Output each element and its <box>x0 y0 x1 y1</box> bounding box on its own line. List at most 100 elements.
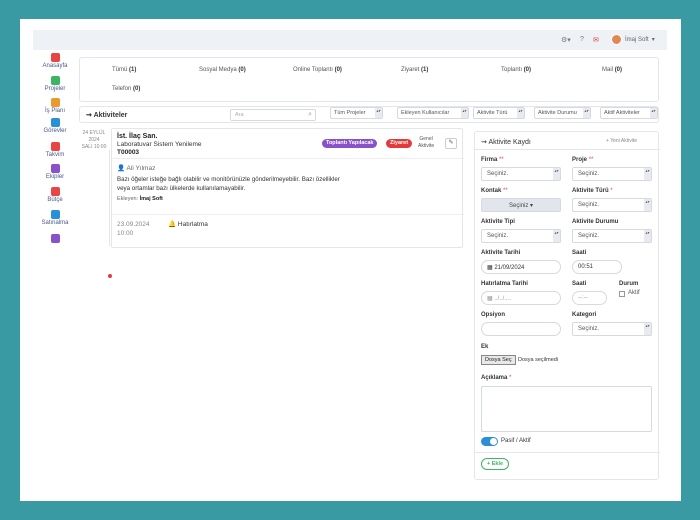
sidebar-item-label: Ekipler <box>45 174 65 180</box>
reminder-date: 23.09.2024 10:00 <box>117 221 150 237</box>
chevron-down-icon: ▾ <box>651 37 655 43</box>
tab-tumu[interactable]: Tümü (1) <box>112 67 136 73</box>
budget-icon <box>50 187 60 196</box>
activity-code: T00003 <box>117 149 140 156</box>
sidebar-item-projeler[interactable]: Projeler <box>33 76 77 92</box>
aktivite-tipi-select[interactable]: Seçiniz. ▴▾ <box>481 229 561 243</box>
aciklama-textarea[interactable] <box>481 386 652 432</box>
file-status: Dosya seçilmedi <box>518 357 559 363</box>
home-icon <box>50 53 60 62</box>
tab-telefon[interactable]: Telefon (0) <box>112 86 140 92</box>
firma-label: Firma ** <box>481 157 504 163</box>
filter-active[interactable]: Aktif Aktiviteler ▴▾ <box>600 107 658 119</box>
saati2-label: Saati <box>572 281 587 287</box>
sidebar-item-butce[interactable]: Bütçe <box>33 187 77 203</box>
status-toggle[interactable] <box>481 437 498 446</box>
avatar <box>611 34 622 45</box>
clipboard-icon <box>50 118 60 127</box>
file-choose-button[interactable]: Dosya Seç <box>481 355 516 365</box>
tab-toplanti[interactable]: Toplantı (0) <box>501 67 531 73</box>
notification-icon[interactable]: ✉ <box>593 36 599 44</box>
gear-icon[interactable]: ⚙▾ <box>561 36 571 44</box>
sidebar-item-gorevler[interactable]: Görevler <box>33 118 77 134</box>
user-icon: 👤 <box>117 165 126 172</box>
calendar-icon <box>50 142 60 151</box>
sidebar-item-is-plani[interactable]: İş Planı <box>33 98 77 114</box>
calendar-icon: ▦ <box>487 265 493 271</box>
opsiyon-label: Opsiyon <box>481 312 506 318</box>
filter-projects[interactable]: Tüm Projeler ▴▾ <box>330 107 383 119</box>
firma-select[interactable]: Seçiniz. ▴▾ <box>481 167 561 181</box>
category-tabs: Tümü (1) Sosyal Medya (0) Online Toplant… <box>79 57 659 102</box>
tab-mail[interactable]: Mail (0) <box>602 67 622 73</box>
saati2-input[interactable]: --:-- <box>572 291 607 305</box>
divider <box>475 149 660 150</box>
search-input[interactable]: Ara ⌕ <box>230 109 316 121</box>
aktivite-tarihi-input[interactable]: ▦ 21/09/2024 <box>481 260 561 274</box>
filter-activity-status[interactable]: Aktivite Durumu ▴▾ <box>534 107 591 119</box>
filter-bar: ⇝ Aktiviteler Ara ⌕ Tüm Projeler ▴▾ Ekley… <box>79 106 659 123</box>
add-button[interactable]: + Ekle <box>481 458 510 470</box>
filter-users[interactable]: Ekleyen Kullanıcılar ▴▾ <box>397 107 469 119</box>
aktif-checkbox[interactable] <box>619 291 625 297</box>
tab-ziyaret[interactable]: Ziyaret (1) <box>401 67 428 73</box>
opsiyon-input[interactable] <box>481 322 561 336</box>
tab-sosyal-medya[interactable]: Sosyal Medya (0) <box>199 67 246 73</box>
divider <box>475 452 660 453</box>
sidebar-item-label: Bütçe <box>47 197 63 203</box>
sidebar-item-ekipler[interactable]: Ekipler <box>33 164 77 180</box>
aktivite-tarihi-label: Aktivite Tarihi <box>481 250 521 256</box>
proje-select[interactable]: Seçiniz. ▴▾ <box>572 167 652 181</box>
sidebar-item-label: Satınalma <box>41 220 69 226</box>
aciklama-label: Açıklama * <box>481 375 512 381</box>
sidebar-item-label: İş Planı <box>44 108 65 114</box>
sidebar-item-takvim[interactable]: Takvim <box>33 142 77 158</box>
ek-label: Ek <box>481 344 489 350</box>
reminder-dot <box>108 274 112 278</box>
aktivite-turu-select[interactable]: Seçiniz. ▴▾ <box>572 198 652 212</box>
edit-button[interactable]: ✎ <box>445 138 457 149</box>
app: ⚙▾ ? ✉ İmaj Soft ▾ Anasayfa Projeler İş … <box>33 30 667 488</box>
aktivite-durumu-select[interactable]: Seçiniz. ▴▾ <box>572 229 652 243</box>
briefcase-icon <box>50 76 60 85</box>
company-name: İst. İlaç San. <box>117 133 158 140</box>
kategori-label: Kategori <box>572 312 597 318</box>
sidebar-item-more[interactable] <box>33 234 77 243</box>
aktivite-durumu-label: Aktivite Durumu <box>572 219 619 225</box>
timeline-line <box>109 150 110 246</box>
edit-icon: ✎ <box>448 140 454 146</box>
cart-icon <box>50 210 60 219</box>
kategori-select[interactable]: Seçiniz. ▴▾ <box>572 322 652 336</box>
project-name: Laboratuvar Sistem Yenileme <box>117 141 202 148</box>
activity-type-badge: Toplantı Yapılacak <box>322 139 378 148</box>
reminder-row: 23.09.2024 10:00 🔔 Hatırlatma <box>112 214 464 242</box>
hatirlatma-tarihi-label: Hatırlatma Tarihi <box>481 281 528 287</box>
durum-label: Durum <box>619 281 639 287</box>
activities-heading: ⇝ Aktiviteler <box>86 112 128 119</box>
proje-label: Proje ** <box>572 157 594 163</box>
saati-label: Saati <box>572 250 587 256</box>
search-icon: ⌕ <box>308 111 312 118</box>
form-title: ⇝ Aktivite Kaydı <box>481 139 531 146</box>
team-icon <box>50 164 60 173</box>
sidebar-item-satinalma[interactable]: Satınalma <box>33 210 77 226</box>
aktivite-turu-label: Aktivite Türü * <box>572 188 613 194</box>
activity-status-badge: Ziyaret <box>386 139 413 148</box>
added-by: Ekleyen: İmaj Soft <box>117 196 163 202</box>
username: İmaj Soft <box>625 36 649 43</box>
user-menu[interactable]: İmaj Soft ▾ <box>611 34 655 45</box>
sidebar-item-label: Takvim <box>45 152 65 158</box>
activity-timeline: 24 EYLÜL 2024 SALI 10:00 İst. İlaç San. … <box>79 128 464 278</box>
aktif-label: Aktif <box>628 290 640 296</box>
sidebar-item-anasayfa[interactable]: Anasayfa <box>33 53 77 69</box>
help-icon[interactable]: ? <box>580 36 584 43</box>
new-activity-button[interactable]: + Yeni Aktivite <box>606 138 637 144</box>
saati-input[interactable]: 00:51 <box>572 260 622 274</box>
kontak-select[interactable]: Seçiniz ▾ <box>481 198 561 212</box>
hatirlatma-tarihi-input[interactable]: ▦ ../../.... <box>481 291 561 305</box>
activity-author: 👤 Ali Yılmaz <box>117 165 156 172</box>
sidebar-item-label: Anasayfa <box>42 63 68 69</box>
activity-date: 24 EYLÜL 2024 SALI 10:00 <box>81 130 107 150</box>
tab-online-toplanti[interactable]: Online Toplantı (0) <box>293 67 342 73</box>
filter-activity-type[interactable]: Aktivite Türü ▴▾ <box>473 107 525 119</box>
